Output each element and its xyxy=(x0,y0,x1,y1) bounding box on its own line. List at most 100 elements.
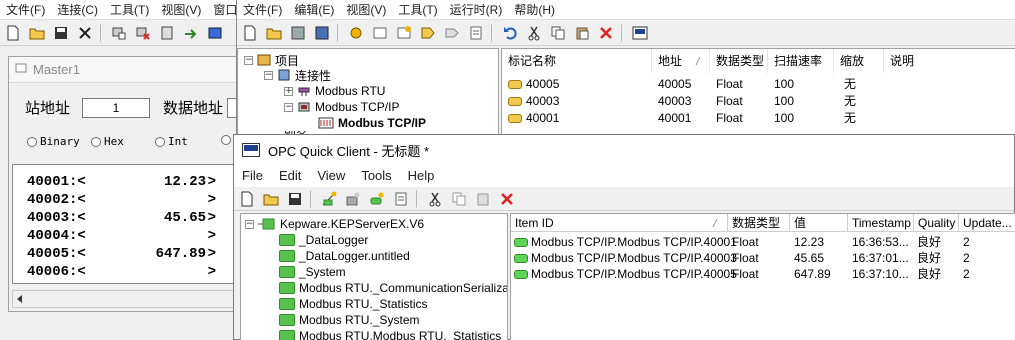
new-icon[interactable] xyxy=(236,188,258,210)
opc-menu-tools[interactable]: Tools xyxy=(353,166,399,186)
table-row[interactable]: 40001 40001 Float 100 无 xyxy=(502,110,1015,127)
new-channel-icon[interactable] xyxy=(345,22,367,44)
station-address-field[interactable]: 1 xyxy=(82,98,150,118)
column-data-type[interactable]: 数据类型 xyxy=(710,49,768,73)
close-icon[interactable] xyxy=(74,22,96,44)
kep-menu-tools[interactable]: 工具(T) xyxy=(392,0,443,20)
table-row[interactable]: 40003 40003 Float 100 无 xyxy=(502,93,1015,110)
menu-tools[interactable]: 工具(T) xyxy=(104,0,155,20)
collapse-icon[interactable]: − xyxy=(264,70,273,80)
tree-node-group[interactable]: _DataLogger.untitled xyxy=(279,248,410,264)
tree-node-group[interactable]: _DataLogger xyxy=(279,232,368,248)
column-description[interactable]: 说明 xyxy=(884,49,1015,73)
register-row[interactable]: 40005:< 647.89 > xyxy=(13,245,240,263)
register-row[interactable]: 40002:< > xyxy=(13,191,240,209)
properties-icon[interactable] xyxy=(390,188,412,210)
collapse-icon[interactable]: − xyxy=(245,219,254,229)
disconnect-icon[interactable] xyxy=(132,22,154,44)
column-quality[interactable]: Quality xyxy=(914,214,959,232)
bulk-tag-icon[interactable] xyxy=(441,22,463,44)
tree-node-group[interactable]: Modbus RTU._Statistics xyxy=(279,296,428,312)
save-icon[interactable] xyxy=(50,22,72,44)
tree-node-connectivity[interactable]: − 连接性 xyxy=(264,67,331,83)
copy-icon[interactable] xyxy=(448,188,470,210)
opc-menu-help[interactable]: Help xyxy=(400,166,443,186)
column-scaling[interactable]: 缩放 xyxy=(834,49,884,73)
radio-int[interactable]: Int xyxy=(155,135,188,148)
quick-client-icon[interactable] xyxy=(629,22,651,44)
collapse-icon[interactable]: − xyxy=(284,102,293,112)
new-item-icon[interactable] xyxy=(366,188,388,210)
open-project-icon[interactable] xyxy=(263,22,285,44)
radio-binary[interactable]: Binary xyxy=(27,135,80,148)
tree-node-group[interactable]: _System xyxy=(279,264,346,280)
open-folder-icon[interactable] xyxy=(260,188,282,210)
register-row[interactable]: 40003:< 45.65 > xyxy=(13,209,240,227)
tree-node-group[interactable]: Modbus RTU._CommunicationSerialization xyxy=(279,280,507,296)
menu-connection[interactable]: 连接(C) xyxy=(51,0,104,20)
tree-node-group[interactable]: Modbus RTU._System xyxy=(279,312,420,328)
new-group-icon[interactable] xyxy=(342,188,364,210)
new-tag-icon[interactable] xyxy=(417,22,439,44)
copy-icon[interactable] xyxy=(547,22,569,44)
print-icon[interactable] xyxy=(156,22,178,44)
delete-icon[interactable] xyxy=(595,22,617,44)
table-row[interactable]: Modbus TCP/IP.Modbus TCP/IP.40001 Float … xyxy=(511,234,1015,250)
tree-node-device-selected[interactable]: Modbus TCP/IP xyxy=(318,115,426,131)
tree-node-modbus-tcp[interactable]: − Modbus TCP/IP xyxy=(284,99,399,115)
tree-node-modbus-rtu[interactable]: + Modbus RTU xyxy=(284,83,385,99)
menu-view[interactable]: 视图(V) xyxy=(155,0,207,20)
opc-menu-view[interactable]: View xyxy=(309,166,353,186)
column-scan-rate[interactable]: 扫描速率 xyxy=(768,49,834,73)
kep-menu-edit[interactable]: 编辑(E) xyxy=(288,0,340,20)
delete-icon[interactable] xyxy=(496,188,518,210)
opc-menu-edit[interactable]: Edit xyxy=(271,166,309,186)
kep-menu-help[interactable]: 帮助(H) xyxy=(508,0,561,20)
save-icon[interactable] xyxy=(284,188,306,210)
radio-hex[interactable]: Hex xyxy=(91,135,124,148)
new-server-connection-icon[interactable] xyxy=(318,188,340,210)
column-update-count[interactable]: Update... xyxy=(959,214,1015,232)
kep-menu-file[interactable]: 文件(F) xyxy=(237,0,288,20)
new-tag-group-icon[interactable] xyxy=(393,22,415,44)
save-as-icon[interactable] xyxy=(311,22,333,44)
connect-icon[interactable] xyxy=(108,22,130,44)
undo-icon[interactable] xyxy=(499,22,521,44)
menu-file[interactable]: 文件(F) xyxy=(0,0,51,20)
column-address[interactable]: 地址 xyxy=(652,49,710,73)
paste-icon[interactable] xyxy=(472,188,494,210)
column-item-id[interactable]: Item ID xyxy=(511,214,728,232)
cut-icon[interactable] xyxy=(424,188,446,210)
read-icon[interactable] xyxy=(180,22,202,44)
open-folder-icon[interactable] xyxy=(26,22,48,44)
new-device-icon[interactable] xyxy=(369,22,391,44)
table-row[interactable]: Modbus TCP/IP.Modbus TCP/IP.40003 Float … xyxy=(511,250,1015,266)
save-project-icon[interactable] xyxy=(287,22,309,44)
radio-next[interactable] xyxy=(221,135,231,145)
paste-icon[interactable] xyxy=(571,22,593,44)
register-row[interactable]: 40004:< > xyxy=(13,227,240,245)
collapse-icon[interactable]: − xyxy=(244,55,253,65)
column-timestamp[interactable]: Timestamp xyxy=(848,214,914,232)
register-row[interactable]: 40006:< > xyxy=(13,263,240,281)
table-row[interactable]: Modbus TCP/IP.Modbus TCP/IP.40005 Float … xyxy=(511,266,1015,282)
tree-node-server[interactable]: − Kepware.KEPServerEX.V6 xyxy=(245,216,424,232)
expand-icon[interactable]: + xyxy=(284,86,293,96)
column-tag-name[interactable]: 标记名称 xyxy=(502,49,652,73)
tree-node-group[interactable]: Modbus RTU.Modbus RTU._Statistics xyxy=(279,328,501,340)
table-row[interactable]: 40005 40005 Float 100 无 xyxy=(502,76,1015,93)
register-row[interactable]: 40001:< 12.23 > xyxy=(13,173,240,191)
tree-node-project[interactable]: − 项目 xyxy=(244,52,299,68)
new-icon[interactable] xyxy=(2,22,24,44)
kep-menu-runtime[interactable]: 运行时(R) xyxy=(444,0,509,20)
write-icon[interactable] xyxy=(204,22,226,44)
cut-icon[interactable] xyxy=(523,22,545,44)
opc-menu-file[interactable]: File xyxy=(234,166,271,186)
scroll-left-arrow-icon[interactable] xyxy=(15,294,25,304)
properties-icon[interactable] xyxy=(465,22,487,44)
column-data-type[interactable]: 数据类型 xyxy=(728,214,790,232)
column-value[interactable]: 值 xyxy=(790,214,848,232)
kep-menu-view[interactable]: 视图(V) xyxy=(340,0,392,20)
new-project-icon[interactable] xyxy=(239,22,261,44)
horizontal-scrollbar[interactable] xyxy=(12,290,240,308)
